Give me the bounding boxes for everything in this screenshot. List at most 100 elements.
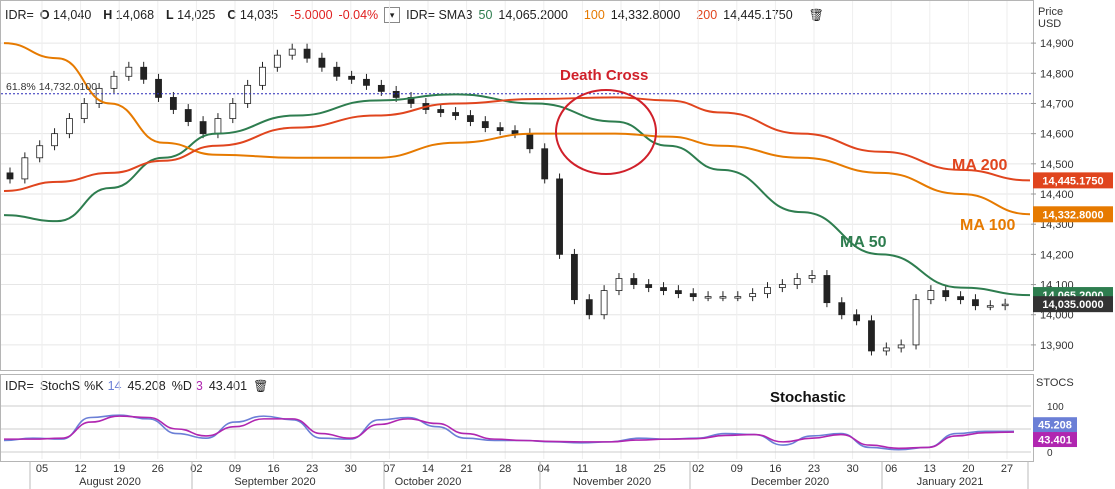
candle-body — [169, 97, 177, 110]
ma200-label: MA 200 — [952, 157, 1008, 174]
candle-body — [853, 314, 861, 322]
candle-body — [496, 127, 504, 132]
day-tick-label: 23 — [808, 463, 820, 475]
candle-body — [333, 66, 341, 77]
candle-body — [21, 157, 29, 180]
candle-body — [541, 148, 549, 180]
ma100-label: MA 100 — [960, 217, 1016, 234]
candle-body — [140, 66, 148, 80]
candle-body — [229, 103, 237, 119]
month-label: December 2020 — [751, 476, 829, 488]
candle-body — [986, 305, 994, 308]
candle-body — [793, 278, 801, 285]
candle-body — [585, 299, 593, 316]
price-tick-label: 14,600 — [1040, 129, 1074, 141]
price-tick-label: 14,500 — [1040, 159, 1074, 171]
candle-body — [526, 133, 534, 150]
price-tick-label: 14,900 — [1040, 38, 1074, 50]
day-tick-label: 16 — [769, 463, 781, 475]
candle-body — [288, 48, 296, 56]
price-tick-label: 14,800 — [1040, 68, 1074, 80]
candle-body — [214, 118, 222, 135]
candle-body — [184, 109, 192, 122]
candle-body — [51, 133, 58, 147]
candle-body — [66, 118, 73, 135]
stoch-tick-label: 0 — [1047, 448, 1053, 459]
candle-body — [630, 278, 638, 285]
month-label: August 2020 — [79, 476, 141, 488]
candle-body — [392, 90, 400, 98]
candle-body — [1001, 303, 1009, 307]
candle-body — [125, 66, 133, 77]
candle-body — [808, 275, 816, 279]
day-tick-label: 26 — [152, 463, 164, 475]
candle-body — [348, 75, 356, 80]
candle-body — [600, 290, 608, 316]
month-label: January 2021 — [917, 476, 984, 488]
day-tick-label: 18 — [615, 463, 627, 475]
day-tick-label: 27 — [1001, 463, 1013, 475]
candle-body — [571, 253, 578, 301]
candle-body — [452, 112, 459, 116]
candle-body — [734, 296, 742, 299]
stoch-tag-label: 45.208 — [1038, 420, 1072, 432]
candle-body — [556, 178, 563, 255]
day-tick-label: 06 — [885, 463, 897, 475]
day-tick-label: 20 — [962, 463, 974, 475]
day-tick-label: 12 — [74, 463, 86, 475]
day-tick-label: 13 — [924, 463, 936, 475]
candle-body — [467, 115, 474, 122]
candle-body — [363, 78, 370, 86]
day-tick-label: 21 — [460, 463, 472, 475]
price-tag-label: 14,035.0000 — [1042, 299, 1103, 311]
candle-body — [823, 275, 831, 304]
price-tick-label: 14,400 — [1040, 189, 1074, 201]
candle-body — [674, 290, 682, 295]
candle-body — [942, 290, 950, 298]
candle-body — [318, 57, 326, 68]
candle-body — [749, 293, 757, 298]
candle-body — [273, 54, 281, 68]
ma50-label: MA 50 — [840, 234, 887, 251]
candle-body — [511, 130, 519, 135]
candle-body — [882, 347, 890, 352]
candle-body — [615, 278, 623, 291]
candle-body — [6, 172, 14, 180]
month-label: November 2020 — [573, 476, 651, 488]
price-tag-label: 14,445.1750 — [1042, 175, 1103, 187]
day-tick-label: 05 — [36, 463, 48, 475]
month-label: September 2020 — [234, 476, 315, 488]
candle-body — [377, 84, 385, 92]
candle-body — [110, 75, 118, 89]
candle-body — [704, 296, 712, 299]
stoch-tag-label: 43.401 — [1038, 435, 1072, 447]
candle-body — [778, 284, 786, 288]
candle-body — [868, 320, 875, 352]
candle-body — [259, 66, 266, 86]
day-tick-label: 16 — [267, 463, 279, 475]
day-tick-label: 28 — [499, 463, 511, 475]
day-tick-label: 19 — [113, 463, 125, 475]
candle-body — [481, 121, 489, 129]
day-tick-label: 14 — [422, 463, 434, 475]
day-tick-label: 30 — [846, 463, 858, 475]
candle-body — [719, 296, 727, 299]
day-tick-label: 09 — [731, 463, 743, 475]
candle-body — [897, 344, 905, 349]
stoch-tick-label: 100 — [1047, 402, 1064, 413]
candle-body — [927, 290, 935, 301]
price-tick-label: 14,700 — [1040, 98, 1074, 110]
candle-body — [36, 145, 44, 159]
fib-level-label: 61.8% 14,732.0100 — [6, 81, 97, 93]
candle-body — [957, 296, 964, 301]
candle-body — [303, 48, 311, 59]
price-tag-label: 14,332.8000 — [1042, 209, 1103, 221]
day-tick-label: 11 — [577, 463, 588, 475]
price-tick-label: 13,900 — [1040, 340, 1074, 352]
day-tick-label: 02 — [692, 463, 704, 475]
price-tick-label: 14,200 — [1040, 249, 1074, 261]
candle-body — [912, 299, 920, 346]
candle-body — [199, 121, 207, 135]
candle-body — [660, 287, 667, 291]
chart-canvas: 14,900 14,800 14,700 14,600 14,500 14,400 14,3… — [1, 1, 1113, 489]
